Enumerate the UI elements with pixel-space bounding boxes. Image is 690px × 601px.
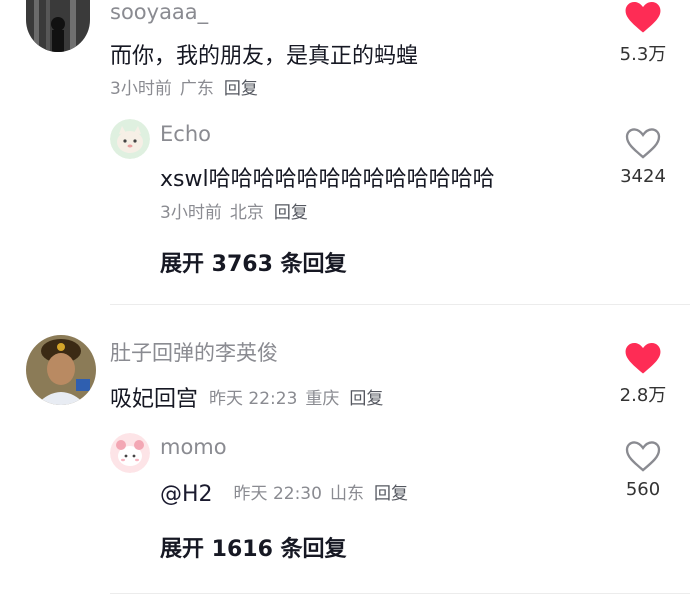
comment-location: 重庆 xyxy=(305,389,340,409)
heart-outline-icon xyxy=(625,128,661,159)
reply-location: 山东 xyxy=(329,484,364,504)
mention-link[interactable]: @H2 xyxy=(160,482,213,507)
comment-divider xyxy=(110,593,690,594)
comment-meta: 昨天 22:23 重庆 回复 xyxy=(209,389,391,409)
cartoon-cat-avatar-icon xyxy=(110,119,150,159)
comment-text: 吸妃回宫 昨天 22:23 重庆 回复 xyxy=(110,381,391,413)
like-button[interactable]: 2.8万 xyxy=(608,343,678,407)
comment-text-body: 吸妃回宫 xyxy=(110,387,199,412)
comment-location: 广东 xyxy=(179,79,214,99)
reply-time: 3小时前 xyxy=(160,203,222,223)
silhouette-avatar-icon xyxy=(26,0,90,52)
heart-filled-icon xyxy=(625,2,661,33)
reply-to-reply-button[interactable]: 回复 xyxy=(274,203,308,223)
reply-avatar[interactable] xyxy=(110,433,150,473)
heart-outline-icon xyxy=(625,441,661,472)
reply-like-button[interactable]: 3424 xyxy=(608,128,678,187)
commenter-avatar[interactable] xyxy=(26,335,96,405)
heart-filled-icon xyxy=(625,343,661,374)
reply-text: @H2 昨天 22:30 山东 回复 xyxy=(160,479,416,507)
reply-button[interactable]: 回复 xyxy=(224,79,258,99)
reply-meta: 3小时前 北京 回复 xyxy=(160,198,316,223)
expand-replies-button[interactable]: 展开 1616 条回复 xyxy=(160,531,347,563)
reply-button[interactable]: 回复 xyxy=(349,389,383,409)
commenter-username[interactable]: 肚子回弹的李英俊 xyxy=(110,337,278,367)
comment-thread: sooyaaa_ 而你，我的朋友，是真正的蚂蝗 3小时前 广东 回复 5.3万 Ec… xyxy=(0,0,690,300)
like-button[interactable]: 5.3万 xyxy=(608,2,678,66)
reply-like-count: 3424 xyxy=(620,166,666,187)
reply-avatar[interactable] xyxy=(110,119,150,159)
pink-cartoon-avatar-icon xyxy=(110,433,150,473)
reply-to-reply-button[interactable]: 回复 xyxy=(374,484,408,504)
reply-like-count: 560 xyxy=(625,479,661,500)
comment-text: 而你，我的朋友，是真正的蚂蝗 xyxy=(110,44,419,69)
commenter-avatar[interactable] xyxy=(26,0,90,52)
commenter-username[interactable]: sooyaaa_ xyxy=(110,0,208,24)
comment-meta: 3小时前 广东 回复 xyxy=(110,74,266,99)
reply-like-button[interactable]: 560 xyxy=(608,441,678,500)
reply-username[interactable]: Echo xyxy=(160,122,211,146)
reply-meta: 昨天 22:30 山东 回复 xyxy=(234,484,416,504)
reply-text: xswl哈哈哈哈哈哈哈哈哈哈哈哈哈 xyxy=(160,167,495,192)
comment-time: 3小时前 xyxy=(110,79,172,99)
reply-location: 北京 xyxy=(229,203,264,223)
like-count: 5.3万 xyxy=(619,44,667,65)
reply-time: 昨天 22:30 xyxy=(233,484,322,504)
expand-replies-button[interactable]: 展开 3763 条回复 xyxy=(160,246,347,278)
comment-thread: 肚子回弹的李英俊 吸妃回宫 昨天 22:23 重庆 回复 2.8万 momo @H2… xyxy=(0,305,690,601)
comment-time: 昨天 22:23 xyxy=(209,389,298,409)
person-avatar-icon xyxy=(26,335,96,405)
like-count: 2.8万 xyxy=(619,385,667,406)
reply-username[interactable]: momo xyxy=(160,435,227,459)
